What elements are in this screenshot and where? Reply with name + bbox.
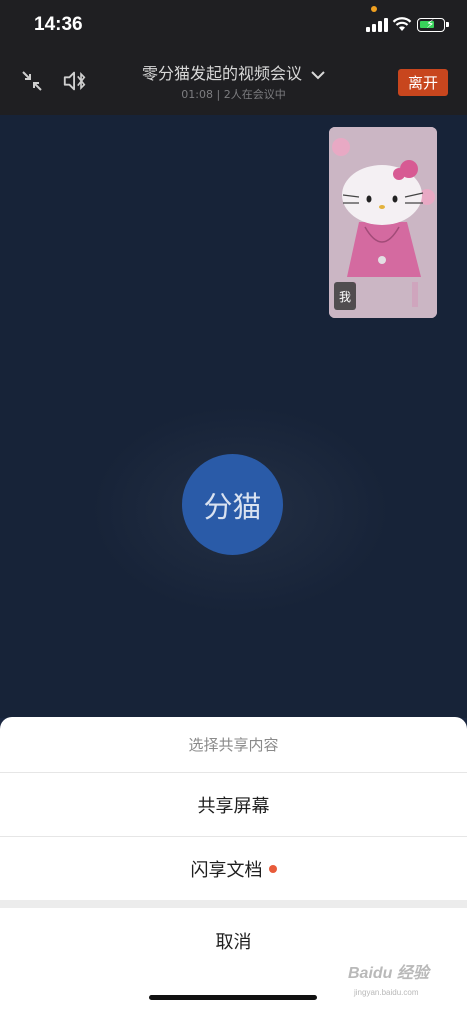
participant-avatar: 分猫: [182, 454, 283, 555]
meeting-title-text: 零分猫发起的视频会议: [141, 64, 302, 83]
share-document-option[interactable]: 闪享文档: [0, 837, 467, 900]
share-document-label: 闪享文档: [190, 859, 263, 881]
sheet-title: 选择共享内容: [0, 717, 467, 773]
mic-in-use-indicator: [371, 6, 377, 12]
share-content-sheet: 选择共享内容 共享屏幕 闪享文档 取消 Baidu 经验 jingyan.bai…: [0, 717, 467, 1009]
share-screen-label: 共享屏幕: [197, 796, 270, 817]
self-tile-label: 我: [334, 282, 356, 310]
self-video-tile[interactable]: 我: [329, 127, 437, 318]
leave-button[interactable]: 离开: [398, 69, 448, 96]
meeting-toolbar: 零分猫发起的视频会议 01:08 | 2人在会议中 离开: [0, 48, 467, 115]
status-time: 14:36: [34, 14, 83, 35]
new-badge-dot: [268, 864, 277, 873]
share-screen-option[interactable]: 共享屏幕: [0, 774, 467, 837]
wifi-icon: [392, 17, 412, 31]
baidu-watermark-url: jingyan.baidu.com: [354, 988, 419, 997]
home-indicator[interactable]: [149, 995, 317, 1000]
status-bar: 14:36 ⚡: [0, 0, 467, 48]
chevron-down-icon: [311, 70, 325, 79]
sheet-divider: [0, 900, 467, 908]
meeting-title[interactable]: 零分猫发起的视频会议: [0, 60, 467, 84]
cancel-label: 取消: [215, 932, 252, 953]
signal-icon: [366, 18, 390, 32]
meeting-duration-participants: 01:08 | 2人在会议中: [181, 88, 286, 101]
baidu-watermark: Baidu 经验: [348, 965, 429, 982]
battery-charging-icon: ⚡: [417, 17, 449, 32]
